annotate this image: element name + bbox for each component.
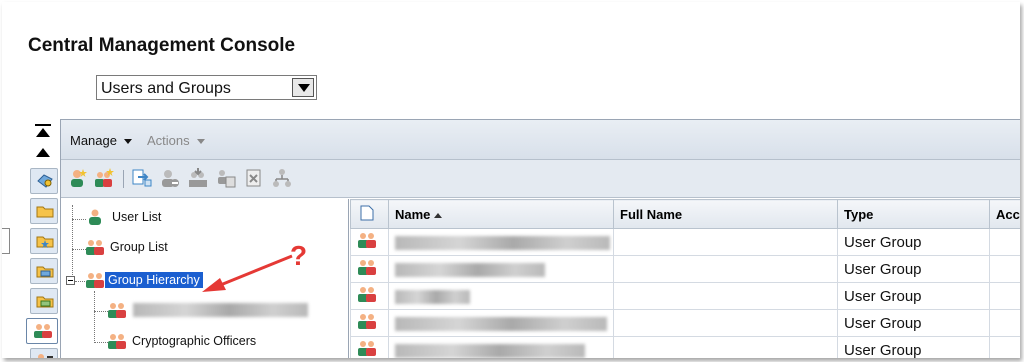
actions-menu[interactable]: Actions [147, 133, 205, 148]
redacted-text [395, 316, 607, 331]
toolbar-separator [123, 170, 124, 188]
manage-menu[interactable]: Manage [70, 133, 132, 148]
users-icon [358, 314, 376, 329]
add-to-group-icon[interactable] [132, 168, 152, 188]
account-cell [989, 336, 1020, 358]
tree-item-group-list[interactable]: Group List [85, 239, 171, 255]
results-grid: Name Full Name Type Acc User Group User … [350, 199, 1020, 358]
users-icon [358, 287, 376, 302]
collapse-top-icon[interactable] [34, 124, 52, 138]
new-user-icon[interactable] [68, 168, 88, 188]
type-cell: User Group [837, 228, 990, 256]
users-icon [86, 273, 104, 288]
table-row[interactable]: User Group [350, 228, 1020, 256]
full-name-cell [613, 336, 838, 358]
redacted-text [395, 289, 470, 304]
tree-item-cryptographic-officers[interactable]: Cryptographic Officers [107, 333, 259, 349]
chevron-down-icon [196, 139, 205, 145]
chevron-down-icon[interactable] [292, 78, 314, 97]
inbox-folder-icon[interactable] [30, 258, 58, 284]
window-frame: Central Management Console Users and Gro… [2, 2, 1020, 358]
type-cell: User Group [837, 336, 990, 358]
users-icon [108, 303, 126, 318]
collapse-node-icon[interactable] [66, 276, 75, 285]
column-header-full-name[interactable]: Full Name [613, 199, 838, 229]
users-icon [108, 334, 126, 349]
actions-menu-label: Actions [147, 133, 190, 148]
users-list-icon[interactable] [30, 348, 58, 358]
full-name-cell [613, 255, 838, 283]
tree-item-label: Group List [110, 240, 168, 254]
manage-menu-label: Manage [70, 133, 117, 148]
copy-icon[interactable] [216, 168, 236, 188]
left-collapse-handle[interactable] [2, 228, 10, 254]
favorites-folder-icon[interactable] [30, 228, 58, 254]
inbox-star-icon[interactable] [30, 288, 58, 314]
type-cell: User Group [837, 282, 990, 310]
side-navigation [26, 120, 60, 358]
account-cell [989, 309, 1020, 337]
table-row[interactable]: User Group [350, 282, 1020, 310]
users-icon [358, 260, 376, 275]
users-icon[interactable] [26, 318, 58, 344]
import-icon[interactable] [188, 168, 208, 188]
area-select-value: Users and Groups [101, 80, 231, 97]
remove-user-icon[interactable] [160, 168, 180, 188]
tree-item-label: User List [112, 210, 162, 224]
chevron-down-icon [123, 139, 132, 145]
full-name-cell [613, 282, 838, 310]
tree-item-label: Group Hierarchy [105, 272, 203, 288]
users-icon [358, 341, 376, 356]
account-cell [989, 282, 1020, 310]
tree-item-group-hierarchy[interactable]: Group Hierarchy [85, 272, 203, 288]
table-row[interactable]: User Group [350, 336, 1020, 358]
type-cell: User Group [837, 309, 990, 337]
area-select[interactable]: Users and Groups [96, 75, 317, 100]
tree-item-user-list[interactable]: User List [87, 209, 164, 225]
table-row[interactable]: User Group [350, 309, 1020, 337]
type-cell: User Group [837, 255, 990, 283]
tree-item-redacted-group[interactable] [107, 302, 308, 318]
users-icon [358, 233, 376, 248]
column-header-name[interactable]: Name [388, 199, 614, 229]
column-header-type[interactable]: Type [837, 199, 990, 229]
annotation-arrow-icon [202, 254, 293, 292]
account-cell [989, 255, 1020, 283]
full-name-cell [613, 228, 838, 256]
folder-icon[interactable] [30, 198, 58, 224]
delete-icon[interactable] [244, 168, 264, 188]
redacted-text [133, 303, 308, 317]
tree-item-label: Cryptographic Officers [132, 334, 257, 348]
hierarchy-icon[interactable] [272, 168, 292, 188]
users-icon [86, 240, 104, 255]
properties-icon[interactable] [30, 168, 58, 194]
redacted-text [395, 235, 610, 250]
account-cell [989, 228, 1020, 256]
user-icon [89, 209, 101, 225]
full-name-cell [613, 309, 838, 337]
main-panel: Manage Actions User List Group List Grou… [60, 119, 1020, 358]
document-icon [360, 205, 374, 220]
select-all-header[interactable] [350, 199, 389, 229]
page-title: Central Management Console [28, 35, 296, 56]
new-group-icon[interactable] [94, 168, 114, 188]
redacted-text [395, 343, 585, 358]
menu-bar: Manage Actions [61, 120, 1020, 160]
sort-ascending-icon [434, 212, 443, 218]
collapse-up-icon[interactable] [34, 146, 52, 160]
table-row[interactable]: User Group [350, 255, 1020, 283]
redacted-text [395, 262, 545, 277]
column-header-account[interactable]: Acc [989, 199, 1020, 229]
toolbar [61, 160, 1020, 198]
